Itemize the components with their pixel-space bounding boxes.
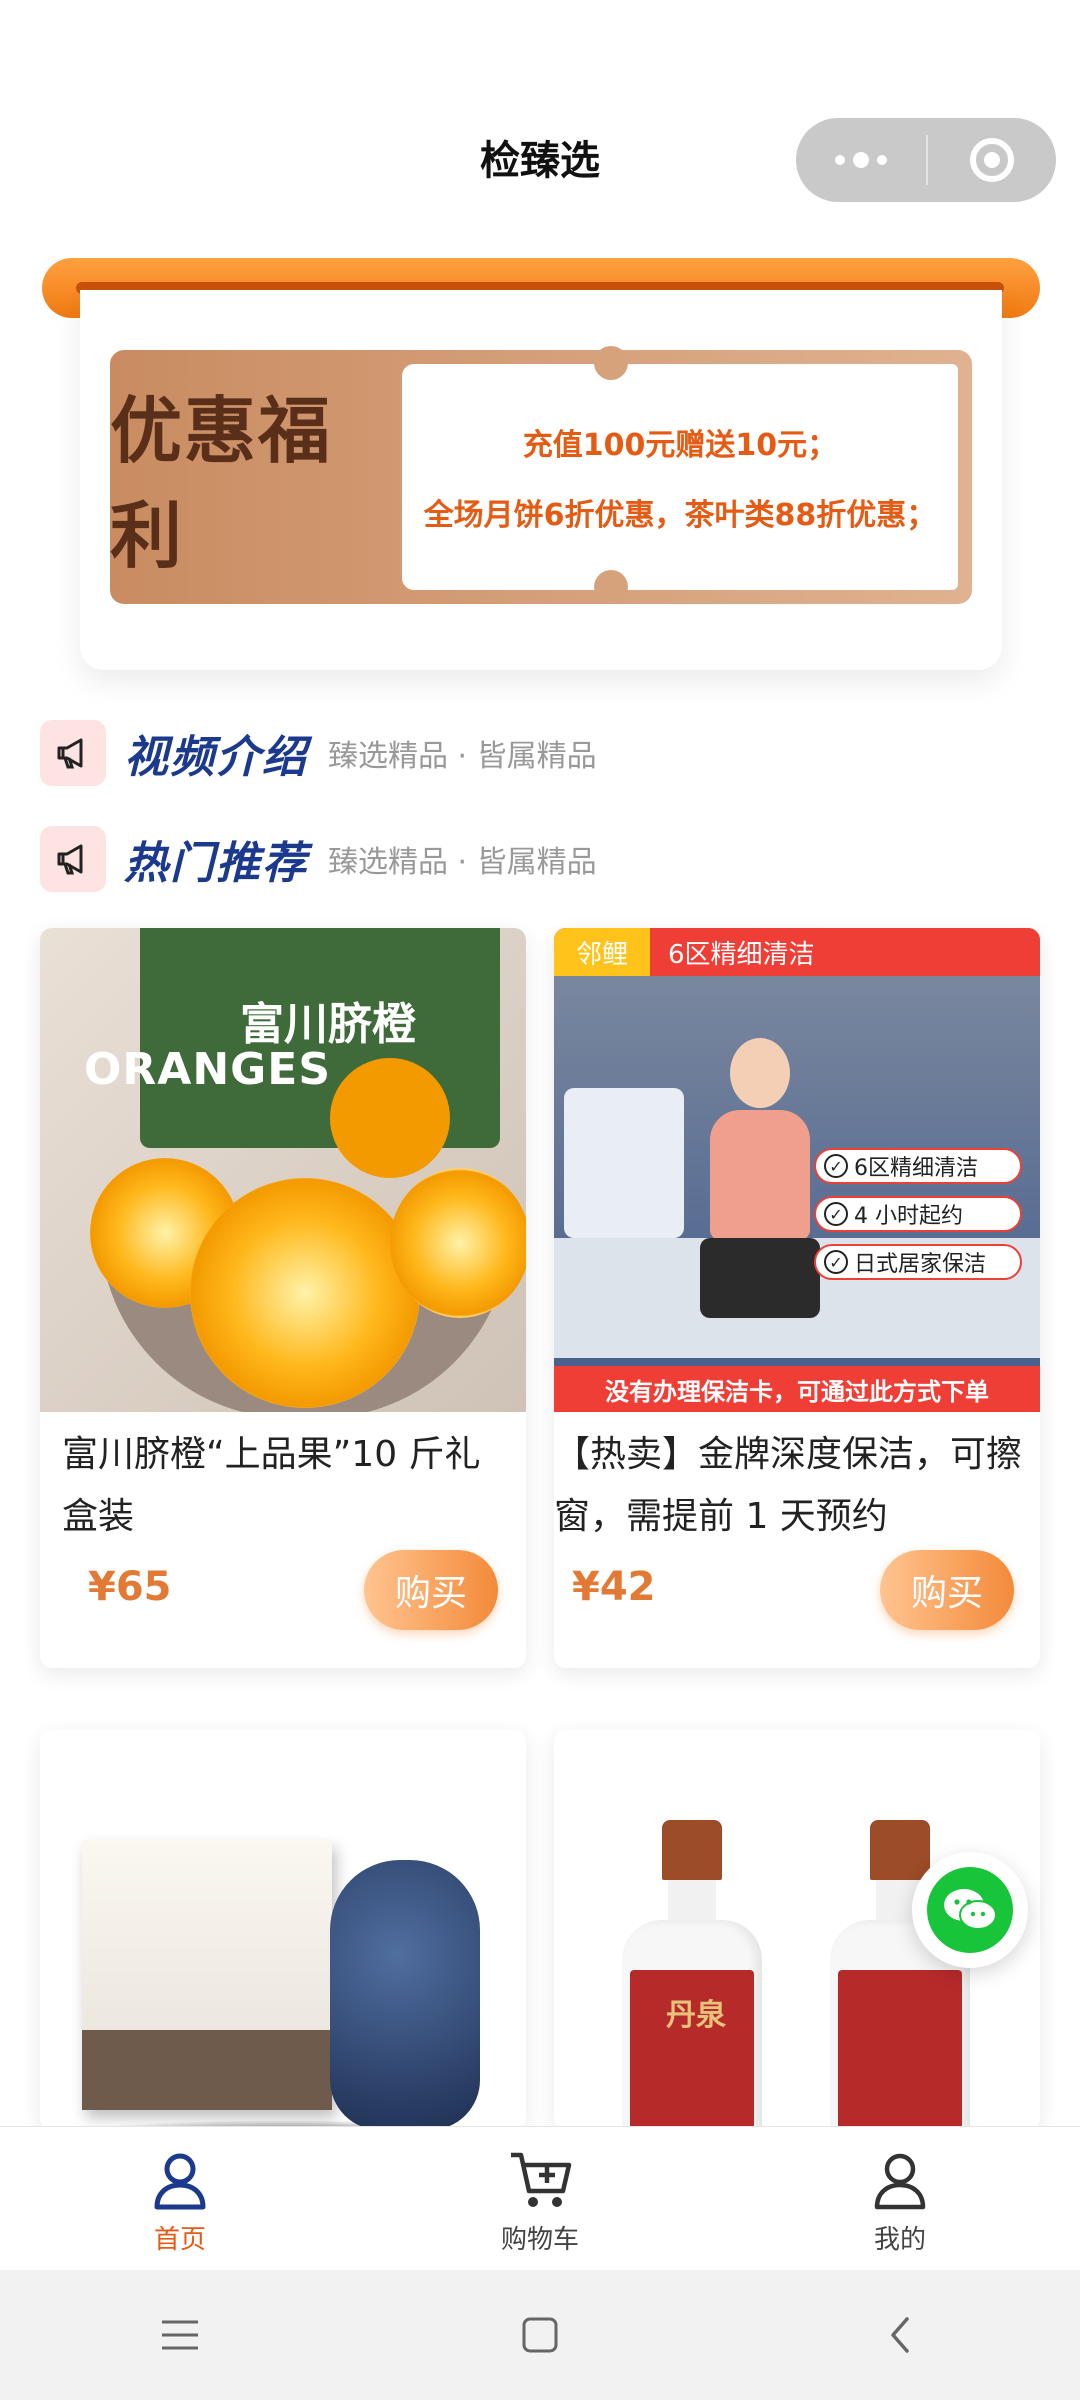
bottom-tab-bar: 首页 购物车 我的 [0, 2126, 1080, 2270]
tea-jar [330, 1860, 480, 2130]
promo-badge: 优惠福利 [110, 389, 333, 578]
liquor-bottle: 丹泉 [622, 1820, 762, 2130]
back-icon[interactable] [840, 2285, 960, 2385]
system-nav-bar [0, 2270, 1080, 2400]
tab-home[interactable]: 首页 [0, 2127, 360, 2270]
cart-add-icon [511, 2152, 572, 2207]
mini-program-capsule [796, 118, 1056, 202]
product-card-oranges[interactable]: 富川脐橙 ORANGES 富川脐橙“上品果”10 斤礼盒装 ¥65 购买 [40, 928, 526, 1668]
product-name: 富川脐橙“上品果”10 斤礼盒装 [62, 1434, 481, 1537]
feature-badge: ✓ 日式居家保洁 [814, 1244, 1022, 1280]
home-square-icon[interactable] [480, 2285, 600, 2385]
ticket-notch-top [594, 346, 628, 380]
wechat-icon [927, 1867, 1013, 1953]
wechat-float-button[interactable] [912, 1852, 1028, 1968]
product-name: 【热卖】金牌深度保洁，可擦窗，需提前 1 天预约 [554, 1434, 1023, 1537]
whole-orange [330, 1058, 450, 1178]
section-title: 视频介绍 [124, 732, 308, 783]
nav-header: 检臻选 [0, 0, 1080, 240]
promo-line-2: 全场月饼6折优惠，茶叶类88折优惠； [423, 498, 937, 533]
product-card-cleaning[interactable]: 邻鲤 6区精细清洁 ✓ 6区精细清洁 ✓ 4 小时起约 ✓ 日式居家保洁 没有办理保洁… [554, 928, 1040, 1668]
tab-cart[interactable]: 购物车 [360, 2127, 720, 2270]
image-bottom-banner: 没有办理保洁卡，可通过此方式下单 [554, 1366, 1040, 1412]
user-icon [154, 2153, 206, 2210]
tab-mine[interactable]: 我的 [720, 2127, 1080, 2270]
product-image[interactable]: 邻鲤 6区精细清洁 ✓ 6区精细清洁 ✓ 4 小时起约 ✓ 日式居家保洁 没有办理保洁… [554, 928, 1040, 1412]
close-circle-icon[interactable] [928, 118, 1056, 202]
buy-button[interactable]: 购买 [364, 1550, 498, 1630]
promo-line-1: 充值100元赠送10元； [522, 428, 838, 463]
check-icon: ✓ [824, 1154, 848, 1178]
product-image[interactable] [40, 1730, 526, 2130]
feature-badge: ✓ 6区精细清洁 [814, 1148, 1022, 1184]
tab-label: 购物车 [500, 2225, 579, 2255]
check-icon: ✓ [824, 1250, 848, 1274]
product-price: ¥42 [572, 1564, 656, 1610]
gift-bag-band [82, 2030, 332, 2110]
feature-badge: ✓ 4 小时起约 [814, 1196, 1022, 1232]
megaphone-icon [40, 720, 106, 786]
buy-button[interactable]: 购买 [880, 1550, 1014, 1630]
section-subtitle: 臻选精品 · 皆属精品 [328, 739, 597, 774]
megaphone-icon [40, 826, 106, 892]
promo-ticket[interactable]: 优惠福利 充值100元赠送10元； 全场月饼6折优惠，茶叶类88折优惠； [110, 350, 972, 604]
section-title: 热门推荐 [124, 838, 308, 889]
tab-label: 我的 [873, 2225, 926, 2255]
oranges-word: ORANGES [84, 1044, 332, 1095]
brand-tag: 邻鲤 [554, 928, 650, 976]
section-hot-recommend[interactable]: 热门推荐 臻选精品 · 皆属精品 [40, 824, 597, 894]
more-dots-icon[interactable] [796, 118, 926, 202]
user-outline-icon [874, 2153, 926, 2210]
product-price: ¥65 [88, 1564, 172, 1610]
service-tag: 6区精细清洁 [668, 939, 815, 970]
orange-slice [190, 1178, 420, 1408]
product-card-tea[interactable] [40, 1730, 526, 2130]
menu-icon[interactable] [120, 2285, 240, 2385]
section-video-intro[interactable]: 视频介绍 臻选精品 · 皆属精品 [40, 718, 597, 788]
product-image[interactable]: 富川脐橙 ORANGES [40, 928, 526, 1412]
promo-details: 充值100元赠送10元； 全场月饼6折优惠，茶叶类88折优惠； [402, 364, 958, 590]
orange-box-label: 富川脐橙 [240, 999, 416, 1050]
section-subtitle: 臻选精品 · 皆属精品 [328, 845, 597, 880]
cleaning-machine [564, 1088, 684, 1238]
check-icon: ✓ [824, 1202, 848, 1226]
bottle-logo: 丹泉 [666, 1998, 726, 2033]
cleaner-person [700, 1038, 820, 1318]
orange-slice [390, 1168, 526, 1318]
tab-label: 首页 [153, 2225, 206, 2255]
ticket-notch-bottom [594, 570, 628, 604]
